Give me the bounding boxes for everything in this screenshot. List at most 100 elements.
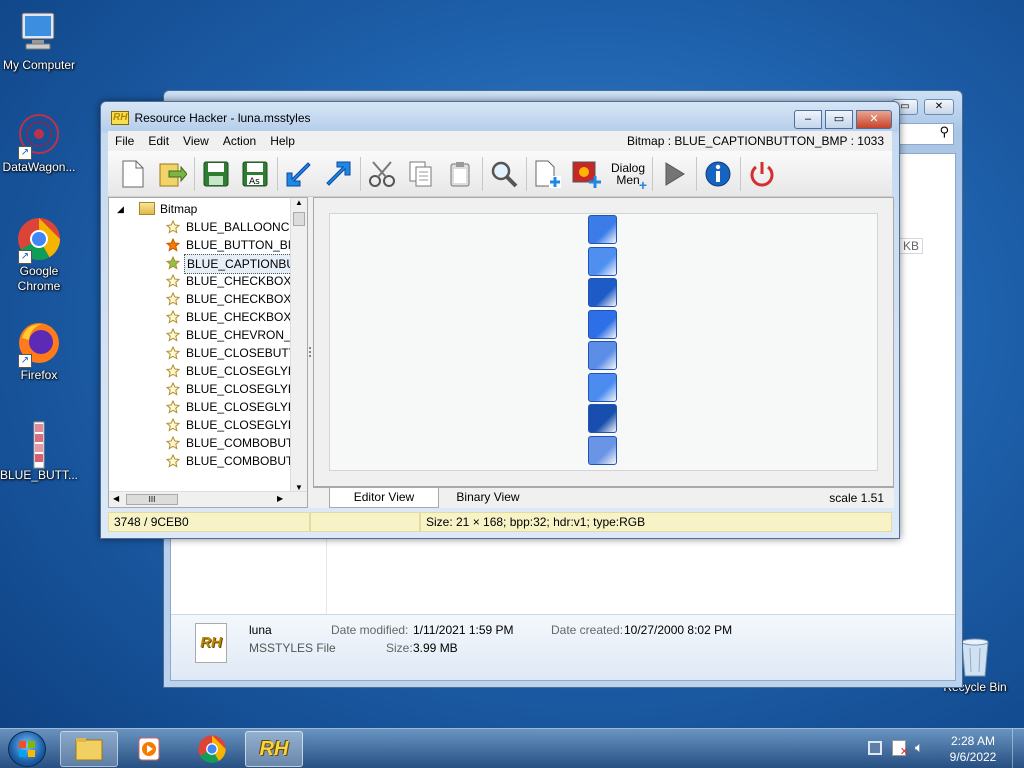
star-icon bbox=[166, 364, 180, 378]
star-icon bbox=[166, 454, 180, 468]
taskbar-explorer-button[interactable] bbox=[60, 731, 118, 767]
details-pane: RH luna MSSTYLES File Date modified: 1/1… bbox=[171, 614, 955, 680]
new-button[interactable] bbox=[114, 155, 152, 193]
new-file-icon bbox=[122, 160, 144, 187]
copy-button[interactable] bbox=[402, 155, 440, 193]
show-desktop-button[interactable] bbox=[1012, 729, 1024, 768]
taskbar-chrome-button[interactable] bbox=[183, 731, 241, 767]
arrow-up-right-icon bbox=[326, 161, 351, 186]
tree-item-label: BLUE_CHEVRON_B bbox=[186, 328, 299, 342]
menu-help[interactable]: Help bbox=[263, 134, 302, 148]
tree-item[interactable]: BLUE_CLOSEGLYPH bbox=[166, 416, 305, 434]
tree-item-label: BLUE_COMBOBUTT bbox=[186, 436, 301, 450]
close-button[interactable]: ✕ bbox=[856, 110, 892, 129]
toolbar-separator bbox=[526, 156, 527, 191]
tree-item[interactable]: BLUE_CHECKBOX2 bbox=[166, 308, 298, 326]
dialog-merger-button[interactable]: Dialog Men + bbox=[607, 155, 649, 193]
desktop-icon-label: BLUE_BUTT... bbox=[0, 468, 79, 482]
taskbar-media-player-button[interactable] bbox=[120, 731, 178, 767]
tree-item[interactable]: BLUE_COMBOBUTT bbox=[166, 434, 301, 452]
explorer-search-box[interactable]: ⚲ bbox=[894, 123, 954, 145]
cut-button[interactable] bbox=[363, 155, 401, 193]
scroll-left-arrow-icon: ◀ bbox=[113, 494, 120, 503]
menu-view[interactable]: View bbox=[176, 134, 216, 148]
taskbar: RH ✕ 🔈︎ 2:28 AM 9/6/2022 bbox=[0, 728, 1024, 768]
tree-item[interactable]: BLUE_BALLOONCL bbox=[166, 218, 296, 236]
tree-item-label: BLUE_CHECKBOX2 bbox=[186, 310, 299, 324]
star-icon bbox=[166, 310, 180, 324]
import-button[interactable] bbox=[280, 155, 318, 193]
tree-item[interactable]: BLUE_CHECKBOX1 bbox=[166, 290, 298, 308]
desktop-icon-google-chrome[interactable]: ↗ Google Chrome bbox=[0, 216, 79, 294]
resource-path-label: Bitmap : BLUE_CAPTIONBUTTON_BMP : 1033 bbox=[627, 134, 884, 148]
start-button[interactable] bbox=[8, 731, 46, 767]
menu-edit[interactable]: Edit bbox=[141, 134, 176, 148]
desktop-icon-label: My Computer bbox=[2, 58, 76, 72]
resource-tree[interactable]: ◢ Bitmap BLUE_BALLOONCL BLUE_BUTTON_BM BLU… bbox=[108, 197, 308, 508]
menu-action[interactable]: Action bbox=[216, 134, 263, 148]
scroll-thumb[interactable] bbox=[293, 212, 305, 226]
desktop-icon-firefox[interactable]: ↗ Firefox bbox=[0, 320, 79, 382]
save-button[interactable] bbox=[197, 155, 235, 193]
status-bar: 3748 / 9CEB0 Size: 21 × 168; bpp:32; hdr… bbox=[108, 512, 892, 532]
tray-volume-icon[interactable]: 🔈︎ bbox=[915, 739, 923, 756]
resource-hacker-window: RH Resource Hacker - luna.msstyles – ▭ ✕… bbox=[100, 101, 900, 539]
chrome-icon bbox=[198, 735, 226, 763]
tree-root-bitmap[interactable]: ◢ Bitmap bbox=[117, 200, 287, 218]
save-icon bbox=[203, 161, 229, 186]
tray-clock[interactable]: 2:28 AM 9/6/2022 bbox=[940, 733, 1006, 765]
status-offset: 3748 / 9CEB0 bbox=[108, 512, 310, 532]
splitter-grip bbox=[309, 347, 311, 357]
maximize-button[interactable]: ▭ bbox=[825, 110, 853, 129]
exit-button[interactable] bbox=[743, 155, 781, 193]
tree-item[interactable]: BLUE_CLOSEGLYPH bbox=[166, 362, 305, 380]
taskbar-resource-hacker-button[interactable]: RH bbox=[245, 731, 303, 767]
scroll-thumb[interactable]: III bbox=[126, 494, 178, 505]
bitmap-frame-tile bbox=[588, 435, 617, 465]
bitmap-frame-tile bbox=[588, 341, 617, 370]
tree-item[interactable]: BLUE_CLOSEGLYPH bbox=[166, 380, 305, 398]
date-created-value: 10/27/2000 8:02 PM bbox=[624, 623, 733, 637]
tree-item[interactable]: BLUE_CHECKBOX1 bbox=[166, 272, 298, 290]
find-button[interactable] bbox=[485, 155, 523, 193]
size-value: 3.99 MB bbox=[413, 641, 458, 655]
tree-item-label: BLUE_CHECKBOX1 bbox=[186, 274, 299, 288]
export-button[interactable] bbox=[319, 155, 357, 193]
save-as-button[interactable]: As bbox=[236, 155, 274, 193]
star-icon bbox=[166, 436, 180, 450]
run-script-button[interactable] bbox=[655, 155, 693, 193]
bitmap-frame-tile bbox=[588, 278, 617, 307]
tray-network-icon[interactable] bbox=[868, 741, 882, 755]
tree-item[interactable]: BLUE_CAPTIONBU bbox=[166, 254, 299, 274]
tree-item[interactable]: BLUE_CLOSEBUTT bbox=[166, 344, 296, 362]
desktop-icon-my-computer[interactable]: My Computer bbox=[0, 10, 79, 72]
date-modified-label: Date modified: bbox=[331, 623, 409, 637]
menu-file[interactable]: File bbox=[108, 134, 141, 148]
tree-item[interactable]: BLUE_COMBOBUTT bbox=[166, 452, 301, 470]
status-bitmap-info: Size: 21 × 168; bpp:32; hdr:v1; type:RGB bbox=[420, 512, 892, 532]
tree-vertical-scrollbar[interactable]: ▲ ▼ bbox=[290, 198, 307, 492]
about-button[interactable] bbox=[699, 155, 737, 193]
magnifier-icon bbox=[491, 161, 518, 187]
tray-action-center-icon[interactable]: ✕ bbox=[892, 740, 909, 758]
add-image-resource-button[interactable] bbox=[568, 155, 606, 193]
bitmap-frame-tile bbox=[588, 372, 617, 402]
star-icon bbox=[166, 274, 180, 288]
tree-horizontal-scrollbar[interactable]: ◀ III ▶ bbox=[109, 491, 307, 507]
clock-date: 9/6/2022 bbox=[949, 750, 997, 764]
scroll-right-arrow-icon: ▶ bbox=[277, 494, 284, 503]
tree-item[interactable]: BLUE_BUTTON_BM bbox=[166, 236, 298, 254]
kb-label: KB bbox=[899, 238, 924, 254]
explorer-close-button[interactable]: ✕ bbox=[924, 99, 954, 115]
desktop-icon-datawagon[interactable]: ↗ DataWagon... bbox=[0, 112, 79, 174]
desktop-icon-blue-button[interactable]: BLUE_BUTT... bbox=[0, 420, 79, 482]
expand-triangle-icon: ◢ bbox=[117, 204, 124, 214]
paste-button[interactable] bbox=[441, 155, 479, 193]
add-blank-resource-button[interactable] bbox=[529, 155, 567, 193]
tree-item[interactable]: BLUE_CLOSEGLYPH bbox=[166, 398, 305, 416]
tree-item[interactable]: BLUE_CHEVRON_B bbox=[166, 326, 299, 344]
minimize-button[interactable]: – bbox=[794, 110, 822, 129]
tab-editor-view[interactable]: Editor View bbox=[329, 488, 439, 508]
open-button[interactable] bbox=[153, 155, 191, 193]
tab-binary-view[interactable]: Binary View bbox=[443, 488, 533, 508]
